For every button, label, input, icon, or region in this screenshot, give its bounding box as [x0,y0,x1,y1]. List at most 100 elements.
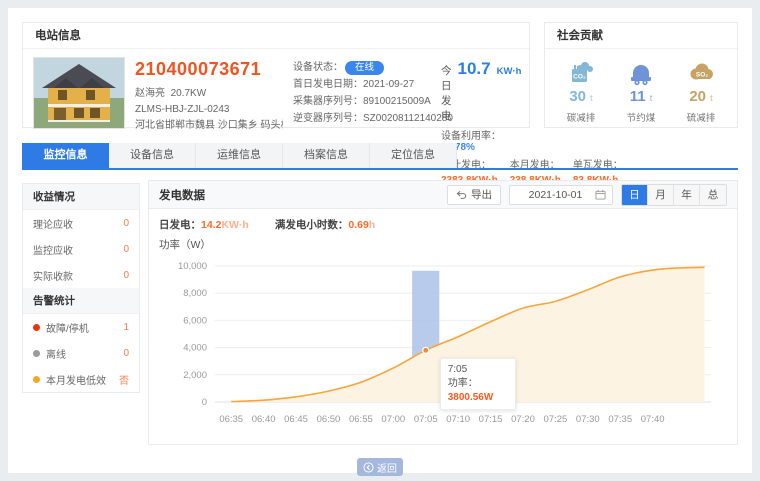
tab-equipment[interactable]: 设备信息 [109,143,196,168]
svg-text:07:15: 07:15 [479,414,503,425]
day-generation-stat: 日发电：14.2KW·h [159,217,249,233]
device-status-label: 设备状态： [293,59,343,76]
station-info-card: 电站信息 [22,22,530,128]
fault-status-dot [33,324,40,331]
svg-text:06:35: 06:35 [219,414,243,425]
today-gen-value: 10.7 [458,59,491,79]
co2-reduction-icon: CO₂ [567,59,595,87]
svg-text:4,000: 4,000 [183,343,207,354]
export-arrow-icon [456,190,467,200]
co2-label: 碳减排 [553,110,609,124]
alarm-row-label: 离线 [46,346,66,361]
svg-text:SO₂: SO₂ [696,72,708,79]
tab-location[interactable]: 定位信息 [370,143,457,168]
svg-text:07:40: 07:40 [641,414,665,425]
alarm-row-value: 否 [119,372,129,387]
house-photo-illustration [34,58,124,128]
alarm-row-label: 故障/停机 [46,320,89,335]
svg-text:06:45: 06:45 [284,414,308,425]
export-button-label: 导出 [471,187,492,202]
y-axis-label: 功率（W） [159,237,727,252]
tab-underline [22,168,738,170]
back-circle-icon [363,462,374,473]
social-contribution-card: 社会贡献 CO₂ 30 t 碳减排 [544,22,738,128]
coal-unit: t [650,93,653,103]
tab-archive[interactable]: 档案信息 [283,143,370,168]
inverter-sn: SZ00208112140280 [363,110,453,127]
back-button[interactable]: 返回 [357,458,403,476]
income-row-monitored: 监控应收 0 [23,236,139,262]
svg-text:07:35: 07:35 [608,414,632,425]
inverter-sn-label: 逆变器序列号： [293,110,363,127]
day-generation-unit: KW·h [221,219,248,231]
coal-saving-icon [627,59,655,87]
svg-text:0: 0 [202,397,207,408]
sidebar-panel: 收益情况 理论应收 0 监控应收 0 实际收款 0 告警统计 故障/停机 1 离… [22,183,140,393]
svg-text:07:10: 07:10 [446,414,470,425]
coal-value: 11 [630,88,646,105]
svg-text:07:20: 07:20 [511,414,535,425]
power-chart: 02,0004,0006,0008,00010,00006:3506:4006:… [159,254,727,444]
svg-text:07:25: 07:25 [544,414,568,425]
chart-panel-title: 发电数据 [159,187,205,203]
day-generation-value: 14.2 [201,219,221,231]
tab-bar: 监控信息 设备信息 运维信息 档案信息 定位信息 [22,143,738,170]
income-row-label: 监控应收 [33,242,73,257]
social-item-co2: CO₂ 30 t 碳减排 [553,57,609,124]
income-row-actual: 实际收款 0 [23,262,139,288]
income-row-label: 理论应收 [33,216,73,231]
social-item-so2: SO₂ 20 t 硫减排 [673,57,729,124]
income-row-label: 实际收款 [33,268,73,283]
tab-operations[interactable]: 运维信息 [196,143,283,168]
full-hours-label: 满发电小时数： [275,219,349,231]
station-model: ZLMS-HBJ-ZJL-0243 [135,102,283,118]
today-gen-label: 今日发电 [441,63,452,123]
alarm-row-label: 本月发电低效 [46,372,106,387]
collector-sn-label: 采集器序列号： [293,93,363,110]
so2-label: 硫减排 [673,110,729,124]
svg-text:CO₂: CO₂ [573,74,586,81]
first-gen-date: 2021-09-27 [363,76,414,93]
back-button-label: 返回 [377,460,397,475]
export-button[interactable]: 导出 [447,185,501,205]
svg-text:06:50: 06:50 [317,414,341,425]
main-content: 电站信息 [8,8,752,473]
today-gen-unit: KW·h [497,66,522,77]
svg-text:06:55: 06:55 [349,414,373,425]
collector-sn: 89100215009A [363,93,431,110]
svg-text:07:30: 07:30 [576,414,600,425]
full-hours-stat: 满发电小时数：0.69h [275,217,375,233]
svg-text:06:40: 06:40 [252,414,276,425]
utilization-label: 设备利用率： [441,131,501,142]
generation-data-panel: 发电数据 导出 2021-10-01 [148,180,738,445]
station-photo [33,57,125,129]
alarm-row-fault: 故障/停机 1 [23,314,139,340]
range-segmented-control: 日 月 年 总 [621,184,727,206]
income-section-title: 收益情况 [23,184,139,210]
range-month-button[interactable]: 月 [648,185,674,205]
income-row-theoretical: 理论应收 0 [23,210,139,236]
svg-text:07:00: 07:00 [381,414,405,425]
range-total-button[interactable]: 总 [700,185,726,205]
full-hours-unit: h [369,219,375,231]
social-item-coal: 11 t 节约煤 [613,57,669,124]
station-id: 210400073671 [135,59,283,80]
svg-text:07:05: 07:05 [414,414,438,425]
range-day-button[interactable]: 日 [622,185,648,205]
station-address: 河北省邯郸市魏县 沙口集乡 码头村 [135,118,283,134]
alarm-row-value: 0 [123,348,129,359]
station-capacity: 20.7KW [171,88,207,99]
range-year-button[interactable]: 年 [674,185,700,205]
date-value: 2021-10-01 [516,189,595,201]
social-card-title: 社会贡献 [545,23,737,49]
svg-text:10,000: 10,000 [178,261,207,272]
calendar-icon [595,189,606,200]
co2-value: 30 [569,88,586,105]
date-picker[interactable]: 2021-10-01 [509,185,613,205]
income-row-value: 0 [123,244,129,255]
day-generation-label: 日发电： [159,219,201,231]
svg-text:8,000: 8,000 [183,288,207,299]
co2-unit: t [590,93,593,103]
tab-monitoring[interactable]: 监控信息 [22,143,109,168]
so2-unit: t [710,93,713,103]
